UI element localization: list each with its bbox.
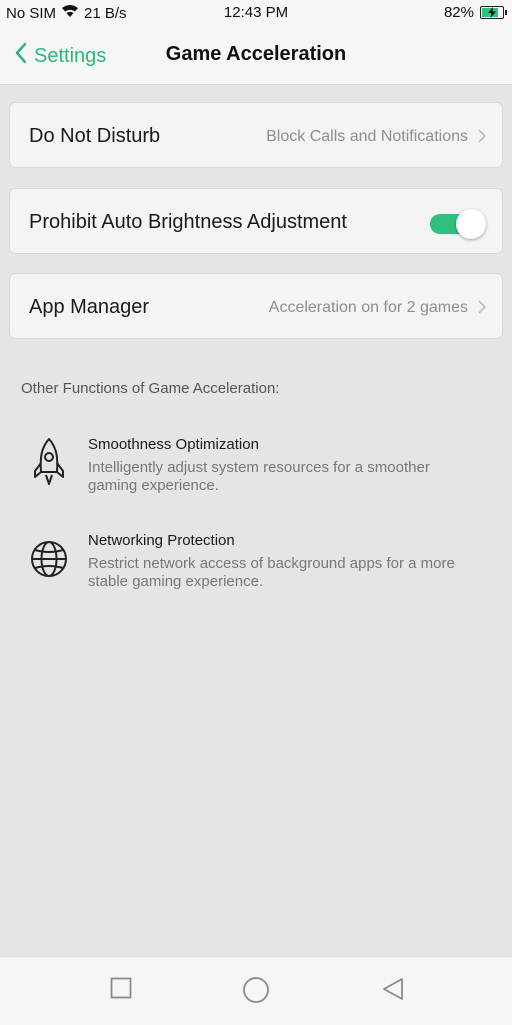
chevron-right-icon — [478, 299, 487, 320]
app-manager-row[interactable]: App Manager Acceleration on for 2 games — [9, 273, 503, 339]
dnd-label: Do Not Disturb — [29, 125, 161, 147]
status-time: 12:43 PM — [223, 4, 289, 21]
feature-title: Networking Protection — [88, 532, 235, 549]
home-circle-icon[interactable] — [242, 976, 270, 1009]
page-title: Game Acceleration — [165, 43, 347, 65]
rocket-icon — [30, 436, 68, 497]
battery-charging-icon — [480, 6, 507, 19]
dnd-value: Block Calls and Notifications — [266, 128, 468, 145]
navigation-bar — [0, 956, 512, 1025]
back-triangle-icon[interactable] — [381, 977, 405, 1006]
feature-desc-line: Restrict network access of background ap… — [88, 555, 455, 572]
section-label: Other Functions of Game Acceleration: — [21, 380, 280, 397]
do-not-disturb-row[interactable]: Do Not Disturb Block Calls and Notificat… — [9, 102, 503, 168]
toggle-knob — [456, 209, 486, 239]
brightness-toggle[interactable] — [430, 208, 486, 239]
feature-description: Intelligently adjust system resources fo… — [88, 459, 488, 495]
feature-desc-line: Intelligently adjust system resources fo… — [88, 459, 430, 476]
status-right: 82% — [443, 4, 507, 21]
recents-square-icon[interactable] — [110, 977, 132, 1004]
feature-desc-line: gaming experience. — [88, 477, 219, 494]
battery-percent: 82% — [443, 4, 474, 21]
header: Settings Game Acceleration — [0, 28, 512, 85]
app-manager-label: App Manager — [29, 296, 150, 318]
feature-title: Smoothness Optimization — [88, 436, 259, 453]
brightness-label: Prohibit Auto Brightness Adjustment — [29, 211, 347, 233]
globe-icon — [30, 540, 68, 583]
status-bar: No SIM 21 B/s 12:43 PM 82% — [0, 0, 512, 28]
app-manager-value: Acceleration on for 2 games — [268, 299, 468, 316]
chevron-right-icon — [478, 128, 487, 149]
feature-desc-line: stable gaming experience. — [88, 573, 264, 590]
feature-description: Restrict network access of background ap… — [88, 555, 488, 591]
prohibit-brightness-row: Prohibit Auto Brightness Adjustment — [9, 188, 503, 254]
